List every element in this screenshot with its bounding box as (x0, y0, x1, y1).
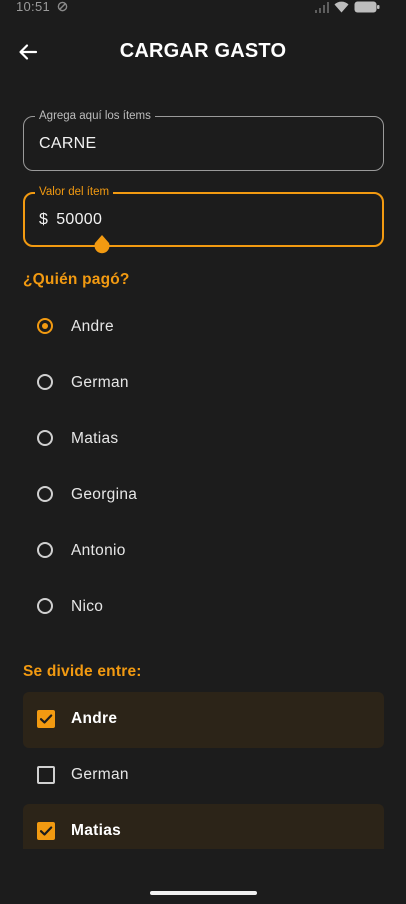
payer-section-title: ¿Quién pagó? (23, 271, 130, 288)
radio-unselected-icon[interactable] (37, 542, 53, 558)
payer-option-label: Nico (71, 598, 104, 615)
payer-option-label: Andre (71, 318, 114, 335)
split-option-andre[interactable]: Andre (23, 692, 384, 748)
checkbox-checked-icon[interactable] (37, 710, 55, 728)
checkbox-unchecked-icon[interactable] (37, 766, 55, 784)
payer-option-label: Matias (71, 430, 119, 447)
items-field-label: Agrega aquí los ítems (35, 109, 155, 123)
page-title: CARGAR GASTO (119, 40, 287, 62)
split-option-label: Andre (71, 710, 118, 727)
split-option-label: Matias (71, 822, 122, 839)
app-bar: CARGAR GASTO (0, 30, 406, 76)
items-field[interactable]: Agrega aquí los ítems CARNE (23, 109, 384, 171)
radio-unselected-icon[interactable] (37, 374, 53, 390)
battery-icon (354, 1, 380, 13)
checkbox-checked-icon[interactable] (37, 822, 55, 840)
payer-option-matias[interactable]: Matias (23, 412, 384, 468)
split-section-title: Se divide entre: (23, 663, 142, 680)
text-cursor-handle-icon[interactable] (92, 235, 112, 255)
payer-option-german[interactable]: German (23, 356, 384, 412)
value-input-text: 50000 (56, 211, 103, 228)
payer-option-georgina[interactable]: Georgina (23, 468, 384, 524)
signal-icon (315, 1, 329, 13)
status-time: 10:51 (16, 0, 51, 14)
radio-unselected-icon[interactable] (37, 486, 53, 502)
status-icons (315, 1, 380, 13)
value-field-label: Valor del ítem (35, 185, 114, 199)
payer-option-antonio[interactable]: Antonio (23, 524, 384, 580)
payer-option-label: Antonio (71, 542, 126, 559)
items-input[interactable]: CARNE (39, 135, 97, 153)
radio-selected-icon[interactable] (37, 318, 53, 334)
split-option-german[interactable]: German (23, 748, 384, 804)
do-not-disturb-icon (57, 1, 68, 12)
wifi-icon (334, 1, 349, 13)
home-indicator[interactable] (150, 891, 257, 895)
payer-option-label: German (71, 374, 129, 391)
split-option-matias[interactable]: Matias (23, 804, 384, 849)
split-option-label: German (71, 766, 129, 783)
value-input[interactable]: $50000 (39, 211, 102, 229)
radio-unselected-icon[interactable] (37, 430, 53, 446)
value-field[interactable]: Valor del ítem $50000 (23, 185, 384, 247)
radio-unselected-icon[interactable] (37, 598, 53, 614)
screen-content: 10:51 CARGAR GASTO Agrega aquí los ítems… (0, 0, 406, 849)
payer-option-label: Georgina (71, 486, 138, 503)
currency-prefix: $ (39, 211, 49, 228)
payer-option-nico[interactable]: Nico (23, 580, 384, 636)
status-bar: 10:51 (0, 0, 406, 18)
payer-option-andre[interactable]: Andre (23, 300, 384, 356)
